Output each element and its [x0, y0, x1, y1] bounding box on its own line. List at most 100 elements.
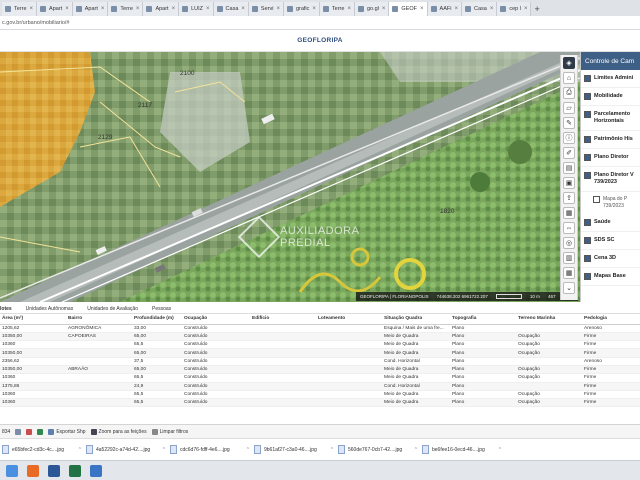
browser-tab[interactable]: cep l × — [497, 2, 532, 16]
table-row[interactable]: 10350,00 ABRAÃO 65,00 Construído Meio de Qua… — [0, 365, 640, 375]
layers-icon[interactable]: ◈ — [563, 57, 575, 69]
close-icon[interactable]: × — [206, 6, 210, 12]
close-icon[interactable]: × — [30, 6, 34, 12]
layer-checkbox[interactable] — [593, 196, 600, 203]
layer-checkbox[interactable] — [584, 255, 591, 262]
excel-icon[interactable] — [69, 464, 81, 477]
layer-subitem[interactable]: Mapa do P 739/2023 — [581, 192, 640, 214]
column-header[interactable]: Ocupação — [182, 314, 250, 325]
layer-checkbox[interactable] — [584, 75, 591, 82]
photos-icon[interactable] — [90, 464, 102, 477]
results-tab[interactable]: Pessoas — [152, 306, 171, 312]
layer-item[interactable]: Limites Admini — [581, 70, 640, 88]
close-icon[interactable]: × — [524, 6, 528, 12]
table-row[interactable]: 1375,86 24,9 Construído Cond. Horizontal Pla… — [0, 382, 640, 391]
table-row[interactable]: 10360 65,5 Construído Meio de Quadra Plano Oc… — [0, 340, 640, 350]
home-icon[interactable]: ⌂ — [563, 72, 575, 84]
pdf-icon[interactable] — [26, 428, 33, 435]
column-header[interactable]: Pedologia — [582, 314, 640, 325]
browser-tab[interactable]: LUIZ × — [179, 2, 214, 16]
browser-tab[interactable]: GEOF × — [389, 2, 428, 16]
column-header[interactable]: Bairro — [66, 314, 132, 325]
close-icon[interactable]: × — [136, 6, 140, 12]
word-icon[interactable] — [48, 464, 60, 477]
browser-tab[interactable]: Servi × — [248, 2, 284, 16]
layer-item[interactable]: Patrimônio His — [581, 131, 640, 149]
download-item[interactable]: 560de767-0cb7-42....jpg ⌃ — [338, 445, 418, 454]
document-icon[interactable]: ▤ — [563, 162, 575, 174]
browser-tab[interactable]: Casa × — [213, 2, 249, 16]
close-icon[interactable]: × — [65, 6, 69, 12]
table-row[interactable]: 1205,62 AGRONÔMICA 33,00 Construído Esquina … — [0, 324, 640, 333]
chevron-up-icon[interactable]: ⌃ — [330, 447, 334, 453]
layer-item[interactable]: Plano Diretor — [581, 149, 640, 167]
close-icon[interactable]: × — [347, 6, 351, 12]
layer-checkbox[interactable] — [584, 136, 591, 143]
close-icon[interactable]: × — [382, 6, 386, 12]
print-icon[interactable]: ⎙ — [563, 87, 575, 99]
table-row[interactable]: 10350,00 CAPOEIRAS 65,00 Construído Meio de … — [0, 332, 640, 342]
column-header[interactable]: Situação Quadra — [382, 314, 450, 325]
layer-checkbox[interactable] — [584, 93, 591, 100]
column-header[interactable]: Topografia — [450, 314, 516, 325]
layer-checkbox[interactable] — [584, 111, 591, 118]
table-row[interactable]: 2356,62 37,5 Construído Cond. Horizontal Pla… — [0, 357, 640, 367]
results-tab[interactable]: Unidades Autônomas — [26, 306, 74, 312]
layer-item[interactable]: Parcelamento Horizontais — [581, 106, 640, 131]
chevron-up-icon[interactable]: ⌃ — [414, 447, 418, 453]
close-icon[interactable]: × — [420, 6, 424, 12]
close-icon[interactable]: × — [312, 6, 316, 12]
layer-item[interactable]: Mobilidade — [581, 88, 640, 106]
chrome-icon[interactable] — [6, 464, 18, 477]
chevron-down-icon[interactable]: ⌄ — [563, 282, 575, 294]
layer-item[interactable]: Saúde — [581, 214, 640, 232]
layer-item[interactable]: Plano Diretor V 739/2023 — [581, 167, 640, 192]
edit-icon[interactable]: ✐ — [563, 147, 575, 159]
close-icon[interactable]: × — [454, 6, 458, 12]
browser-tab[interactable]: Apart × — [143, 2, 180, 16]
table-row[interactable]: 10360 65,5 Construído Meio de Quadra Plano Oc… — [0, 398, 640, 408]
close-icon[interactable]: × — [490, 6, 494, 12]
table-row[interactable]: 10360 65,5 Construído Meio de Quadra Plano Oc… — [0, 373, 640, 383]
column-header[interactable]: Profundidade (m) — [132, 314, 182, 325]
layer-checkbox[interactable] — [584, 237, 591, 244]
layer-item[interactable]: Mapas Base — [581, 268, 640, 286]
download-item[interactable]: e65bfec2-cd3c-4c....jpg ⌃ — [2, 445, 82, 454]
chevron-up-icon[interactable]: ⌃ — [498, 447, 502, 453]
browser-tab[interactable]: Apart × — [72, 2, 109, 16]
grid-icon[interactable]: ▦ — [563, 267, 575, 279]
globe-icon[interactable]: ◎ — [563, 237, 575, 249]
browser-tab[interactable]: Casa × — [461, 2, 498, 16]
url-text[interactable]: c.gov.br/urbano/mobiliario/# — [2, 20, 69, 26]
layer-checkbox[interactable] — [584, 219, 591, 226]
chart-icon[interactable]: ▦ — [563, 207, 575, 219]
close-icon[interactable]: × — [101, 6, 105, 12]
info-icon[interactable]: ⓘ — [563, 132, 575, 144]
ruler-icon[interactable]: ▱ — [563, 102, 575, 114]
browser-tab[interactable]: Terre × — [108, 2, 144, 16]
table-row[interactable]: 10360 65,5 Construído Meio de Quadra Plano Oc… — [0, 390, 640, 400]
export-shp-button[interactable]: Exportar Shp — [48, 428, 86, 435]
browser-tab[interactable]: Terre × — [2, 2, 38, 16]
chevron-up-icon[interactable]: ⌃ — [78, 447, 82, 453]
layer-item[interactable]: Cena 3D — [581, 250, 640, 268]
chevron-up-icon[interactable]: ⌃ — [246, 447, 250, 453]
browser-tab[interactable]: AAFi × — [427, 2, 462, 16]
layer-item[interactable]: SDS SC — [581, 232, 640, 250]
column-header[interactable]: Loteamento — [316, 314, 382, 325]
share-icon[interactable]: ⇪ — [563, 192, 575, 204]
close-icon[interactable]: × — [276, 6, 280, 12]
close-icon[interactable]: × — [241, 6, 245, 12]
layer-checkbox[interactable] — [584, 154, 591, 161]
layer-checkbox[interactable] — [584, 172, 591, 179]
pencil-icon[interactable]: ✎ — [563, 117, 575, 129]
firefox-icon[interactable] — [27, 464, 39, 477]
map-view[interactable]: 2100 2117 2129 1820 AUXILIADORA PREDIAL … — [0, 52, 580, 302]
results-tab[interactable]: lotes — [0, 306, 12, 312]
new-tab-button[interactable]: + — [531, 2, 542, 16]
zoom-features-button[interactable]: Zoom para as feições — [90, 428, 147, 435]
browser-tab[interactable]: Apart × — [37, 2, 73, 16]
excel-export-icon[interactable] — [37, 428, 44, 435]
download-item[interactable]: 9b61af27-c3a0-46....jpg ⌃ — [254, 445, 334, 454]
download-item[interactable]: be6fee16-0ecd-46....jpg ⌃ — [422, 445, 502, 454]
